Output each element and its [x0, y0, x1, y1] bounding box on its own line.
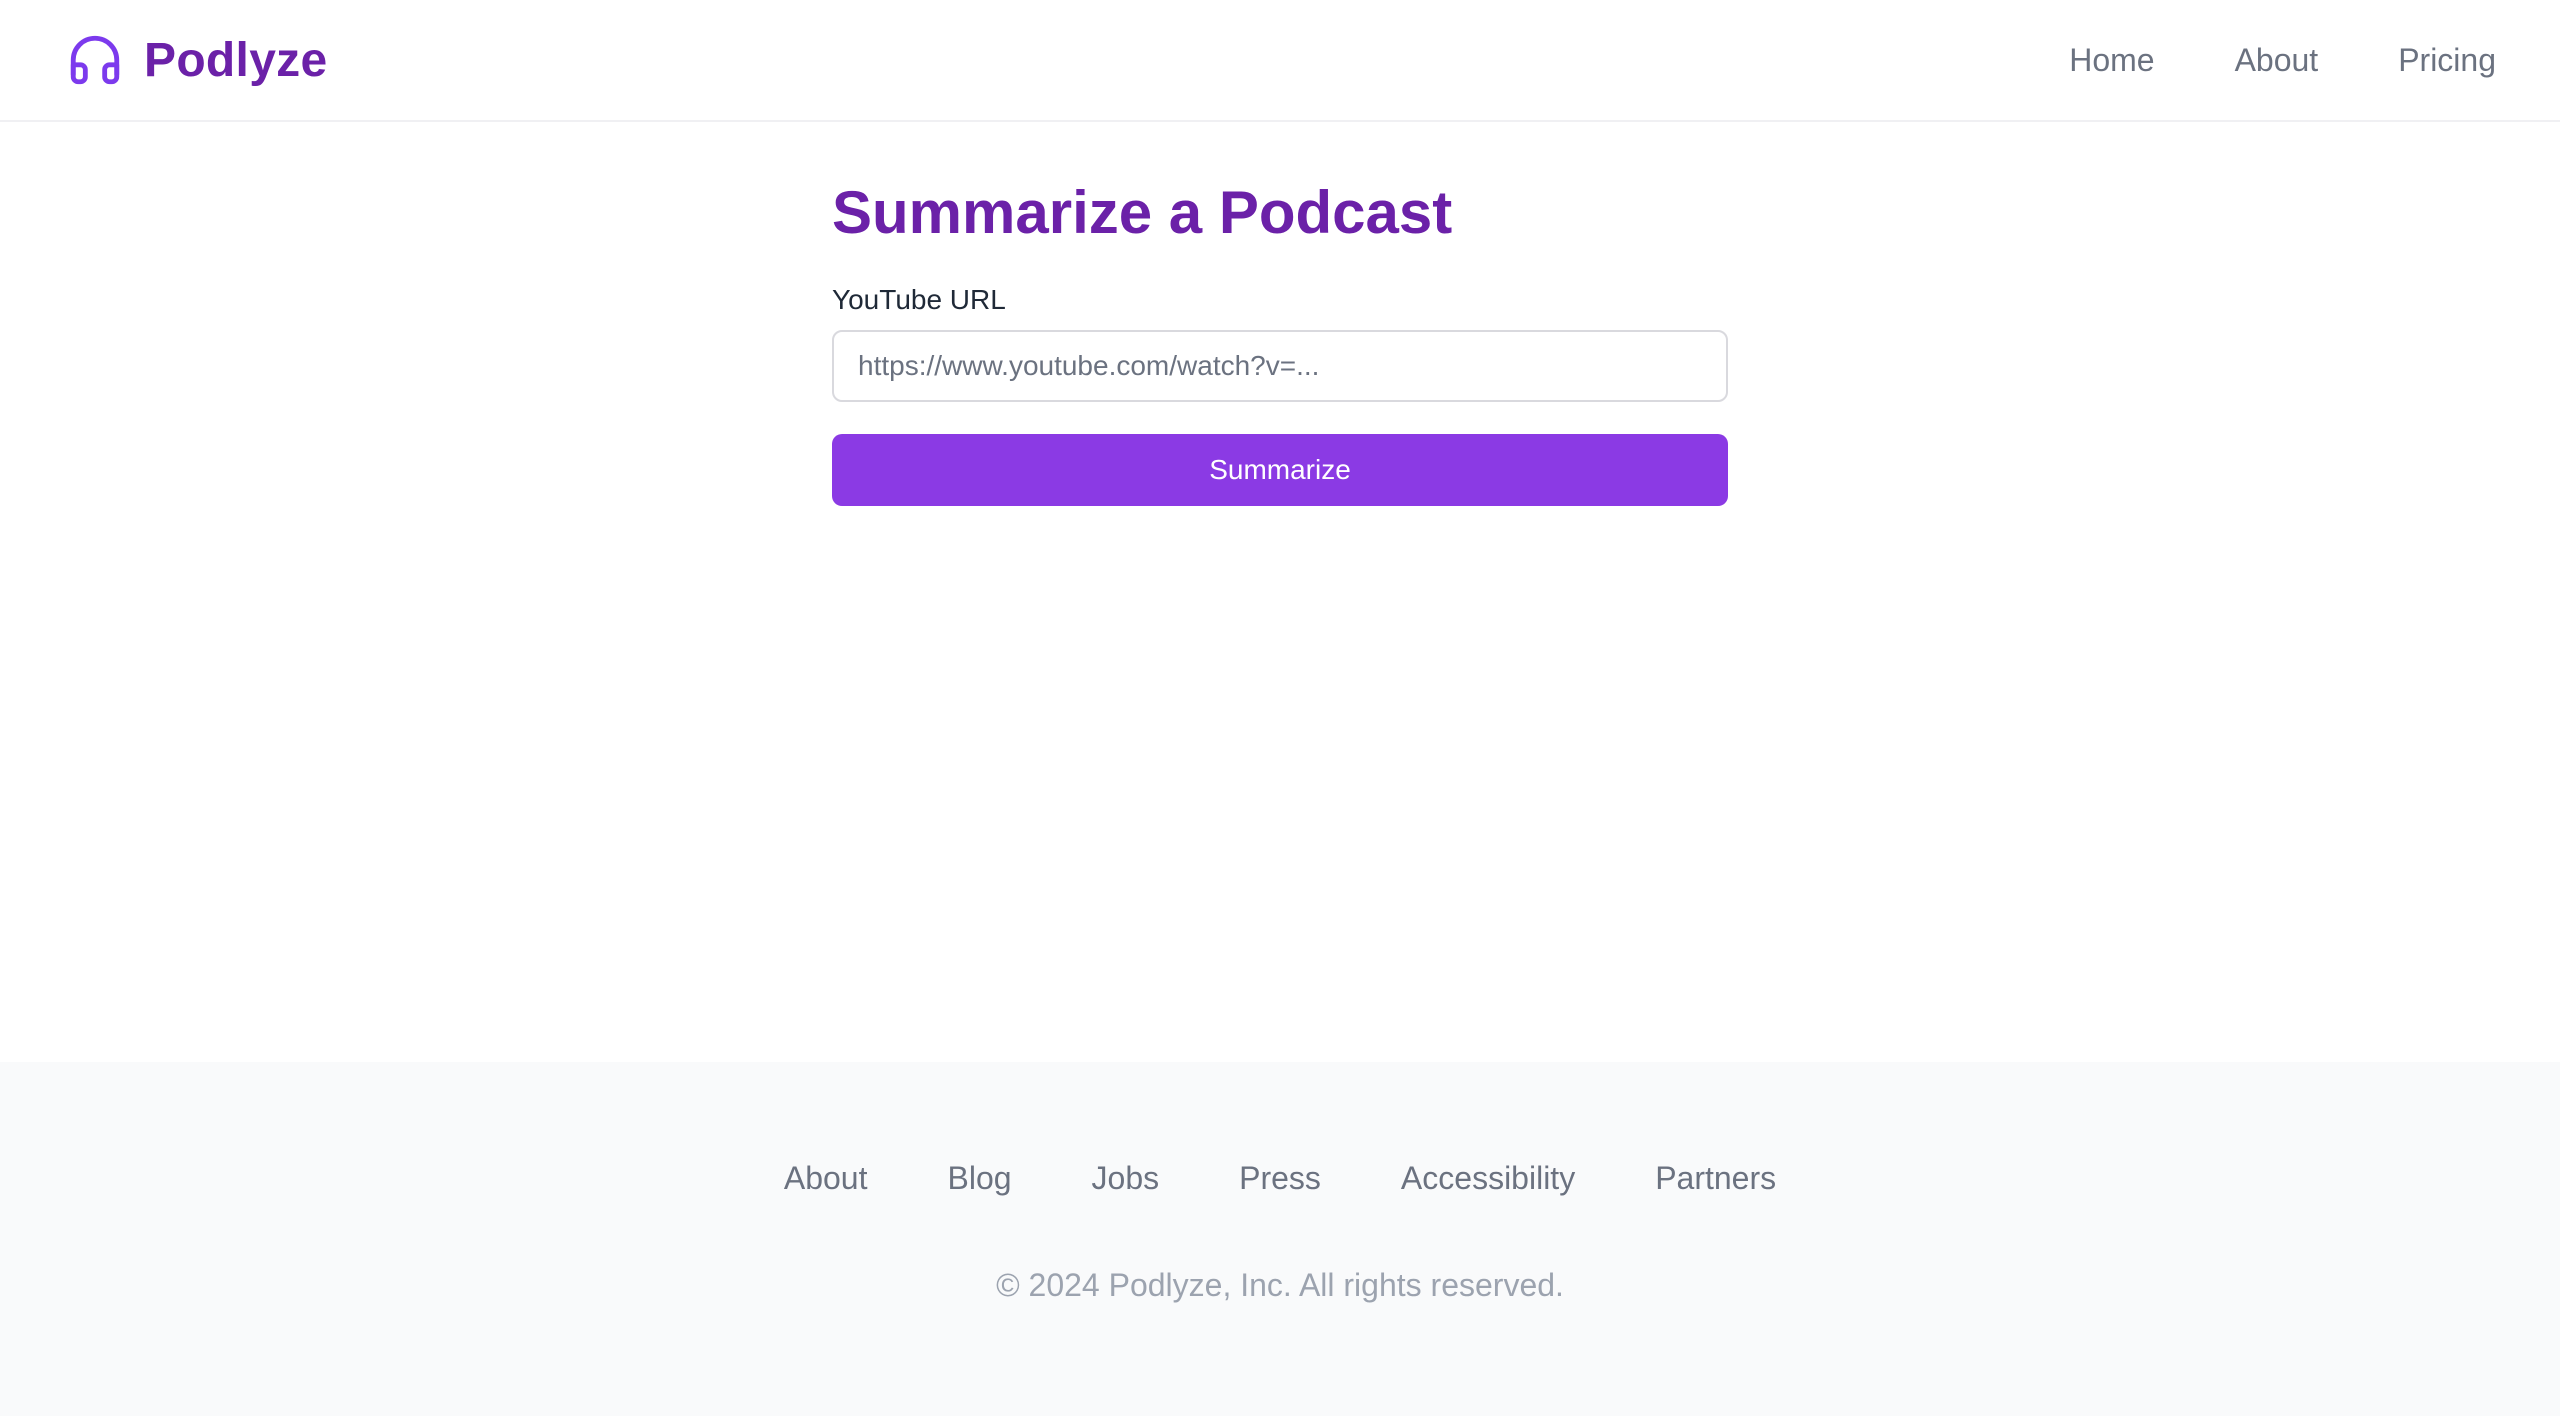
site-header: Podlyze Home About Pricing	[0, 0, 2560, 122]
main-content: Summarize a Podcast YouTube URL Summariz…	[0, 122, 2560, 1062]
footer-link-about[interactable]: About	[784, 1160, 868, 1197]
footer-link-press[interactable]: Press	[1239, 1160, 1321, 1197]
summarize-form: Summarize a Podcast YouTube URL Summariz…	[832, 180, 1728, 506]
main-nav: Home About Pricing	[2069, 42, 2496, 79]
page: Podlyze Home About Pricing Summarize a P…	[0, 0, 2560, 1416]
nav-link-home[interactable]: Home	[2069, 42, 2154, 79]
nav-link-about[interactable]: About	[2235, 42, 2319, 79]
copyright-text: © 2024 Podlyze, Inc. All rights reserved…	[996, 1267, 1564, 1303]
brand-name: Podlyze	[144, 33, 328, 87]
footer-link-accessibility[interactable]: Accessibility	[1401, 1160, 1575, 1197]
site-footer: About Blog Jobs Press Accessibility Part…	[0, 1062, 2560, 1416]
summarize-button[interactable]: Summarize	[832, 434, 1728, 506]
page-title: Summarize a Podcast	[832, 179, 1453, 246]
footer-link-partners[interactable]: Partners	[1655, 1160, 1776, 1197]
brand-logo-link[interactable]: Podlyze	[66, 31, 327, 89]
youtube-url-input[interactable]	[832, 330, 1728, 402]
headphones-icon	[66, 31, 124, 89]
youtube-url-label: YouTube URL	[832, 284, 1006, 315]
footer-nav: About Blog Jobs Press Accessibility Part…	[784, 1160, 1776, 1197]
nav-link-pricing[interactable]: Pricing	[2398, 42, 2496, 79]
footer-link-blog[interactable]: Blog	[947, 1160, 1011, 1197]
footer-link-jobs[interactable]: Jobs	[1092, 1160, 1160, 1197]
